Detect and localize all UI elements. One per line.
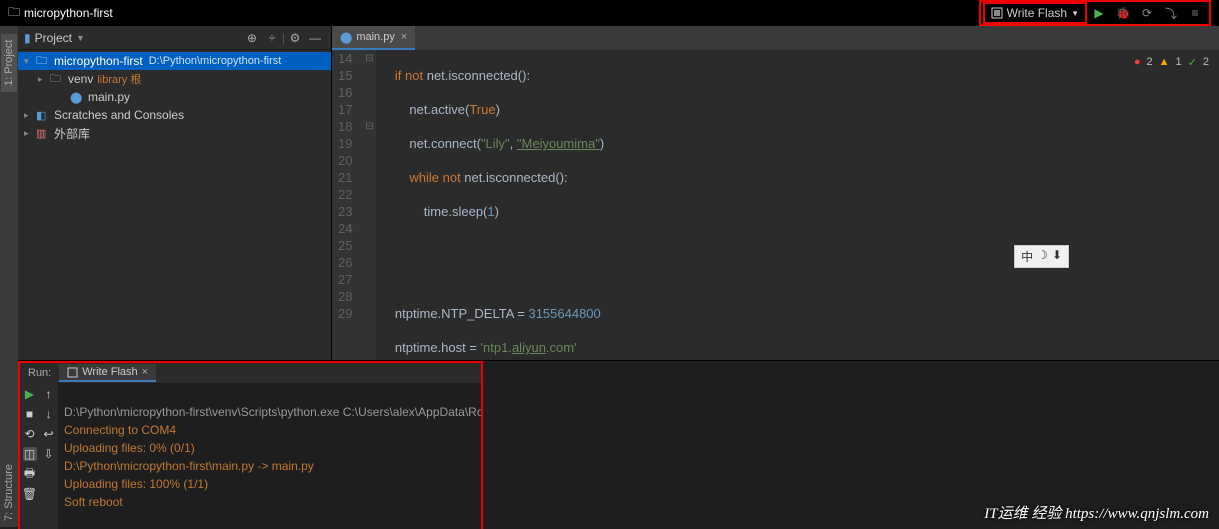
chevron-right-icon: ▸ [24, 128, 36, 139]
stop-button[interactable]: ■ [23, 407, 37, 421]
root-name: micropython-first [54, 54, 143, 68]
run-tab-label: Write Flash [82, 366, 137, 378]
flash-icon [991, 7, 1003, 19]
chevron-down-icon[interactable]: ▼ [76, 33, 85, 43]
tree-external[interactable]: ▸ ▥ 外部库 [18, 124, 331, 142]
fold-gutter: ⊟⊟ [362, 50, 376, 360]
ok-count: 2 [1203, 56, 1209, 69]
layout-button[interactable]: ◫ [23, 447, 37, 461]
folder-icon: 🗀 [36, 52, 50, 71]
project-tree: ▾ 🗀 micropython-first D:\Python\micropyt… [18, 50, 331, 144]
error-icon: ● [1134, 56, 1141, 69]
chevron-right-icon: ▸ [24, 110, 36, 121]
attach-button[interactable]: ⤵ [1161, 3, 1181, 23]
venv-name: venv [68, 72, 93, 86]
line-gutter: 14151617181920212223242526272829 [332, 50, 362, 360]
print-button[interactable]: 🖶 [23, 467, 37, 481]
console-line: Uploading files: 0% (0/1) [64, 441, 195, 455]
run-toolbar: ▶ ■ ⟲ ◫ 🖶 🗑 ↑ ↓ ↩ ⇩ [20, 383, 58, 529]
venv-tag: library 根 [97, 71, 141, 87]
warning-icon: ▲ [1159, 56, 1170, 69]
external-label: 外部库 [54, 125, 90, 142]
run-tabbar: Run: Write Flash × [18, 361, 483, 383]
folder-icon: 🗀 [8, 3, 20, 24]
rerun-button[interactable]: ▶ [23, 387, 37, 401]
scratches-label: Scratches and Consoles [54, 108, 184, 122]
python-file-icon: ⬤ [70, 91, 84, 104]
console-line: D:\Python\micropython-first\main.py -> m… [64, 459, 314, 473]
close-icon[interactable]: × [401, 31, 407, 43]
editor-tabbar: ⬤ main.py × [332, 26, 1219, 50]
run-button[interactable]: ▶ [1089, 3, 1109, 23]
highlighted-toolbar: Write Flash ▼ ▶ 🐞 ⟳ ⤵ ≡ [979, 0, 1211, 26]
close-icon[interactable]: × [142, 366, 148, 378]
structure-tool-tab[interactable]: 7: Structure [0, 360, 18, 527]
softwrap-button[interactable]: ↩ [42, 427, 56, 441]
watermark: IT运维 经验 https://www.qnjslm.com [984, 502, 1209, 523]
delete-button[interactable]: 🗑 [23, 487, 37, 501]
run-label: Run: [20, 367, 59, 379]
flash-icon [67, 367, 78, 378]
console-line: Uploading files: 100% (1/1) [64, 477, 208, 491]
project-header-label[interactable]: Project [35, 31, 72, 45]
chevron-down-icon: ▼ [1071, 9, 1079, 18]
write-flash-button[interactable]: Write Flash ▼ [983, 2, 1087, 24]
console-line: D:\Python\micropython-first\venv\Scripts… [64, 405, 481, 419]
editor-tab-mainpy[interactable]: ⬤ main.py × [332, 26, 415, 50]
fold-icon[interactable]: ⊟ [362, 50, 376, 67]
ok-icon: ✓ [1188, 56, 1197, 69]
highlighted-console: ▶ ■ ⟲ ◫ 🖶 🗑 ↑ ↓ ↩ ⇩ D:\Python\micropytho… [18, 383, 483, 529]
chevron-right-icon: ▸ [38, 74, 50, 85]
tab-label: main.py [356, 31, 395, 43]
up-button[interactable]: ↑ [42, 387, 56, 401]
down-button[interactable]: ↓ [42, 407, 56, 421]
error-count: 2 [1147, 56, 1153, 69]
libraries-icon: ▥ [36, 127, 50, 140]
inspection-status[interactable]: ● 2 ▲ 1 ✓ 2 [1134, 56, 1209, 69]
python-file-icon: ⬤ [340, 31, 352, 44]
ime-indicator[interactable]: 中 ☽ ⬇ [1014, 245, 1069, 268]
restart-button[interactable]: ⟲ [23, 427, 37, 441]
console-line: Connecting to COM4 [64, 423, 176, 437]
tree-mainpy[interactable]: ⬤ main.py [18, 88, 331, 106]
project-icon: ▮ [24, 31, 31, 45]
root-path: D:\Python\micropython-first [149, 55, 282, 67]
debug-button[interactable]: 🐞 [1113, 3, 1133, 23]
menu-icon[interactable]: ≡ [1185, 3, 1205, 23]
code-editor[interactable]: 14151617181920212223242526272829 ⊟⊟ if n… [332, 50, 1219, 360]
console-line: Soft reboot [64, 495, 123, 509]
project-panel: ▮ Project ▼ ⊕ ÷ | ⚙ — ▾ 🗀 micropython-fi… [18, 26, 332, 360]
fold-icon[interactable]: ⊟ [362, 118, 376, 135]
collapse-icon[interactable]: ÷ [262, 31, 282, 45]
project-tool-tab[interactable]: 1: Project [1, 34, 17, 92]
flash-label: Write Flash [1007, 6, 1067, 20]
code-body[interactable]: if not net.isconnected(): net.active(Tru… [376, 50, 1219, 360]
locate-icon[interactable]: ⊕ [242, 31, 262, 45]
scratches-icon: ◧ [36, 109, 50, 122]
titlebar: 🗀 micropython-first Write Flash ▼ ▶ 🐞 ⟳ … [0, 0, 1219, 26]
console-output[interactable]: D:\Python\micropython-first\venv\Scripts… [58, 383, 481, 529]
gear-icon[interactable]: ⚙ [285, 31, 305, 45]
left-toolwindow-bar: 1: Project [0, 26, 18, 360]
project-title: micropython-first [24, 6, 113, 20]
scroll-button[interactable]: ⇩ [42, 447, 56, 461]
editor-area: ⬤ main.py × 1415161718192021222324252627… [332, 26, 1219, 360]
tree-root[interactable]: ▾ 🗀 micropython-first D:\Python\micropyt… [18, 52, 331, 70]
warning-count: 1 [1176, 56, 1182, 69]
hide-icon[interactable]: — [305, 31, 325, 45]
mainpy-name: main.py [88, 90, 130, 104]
tree-scratches[interactable]: ▸ ◧ Scratches and Consoles [18, 106, 331, 124]
tree-venv[interactable]: ▸ 🗀 venv library 根 [18, 70, 331, 88]
project-panel-header: ▮ Project ▼ ⊕ ÷ | ⚙ — [18, 26, 331, 50]
chevron-down-icon: ▾ [24, 56, 36, 67]
coverage-button[interactable]: ⟳ [1137, 3, 1157, 23]
folder-icon: 🗀 [50, 70, 64, 89]
run-tab-flash[interactable]: Write Flash × [59, 364, 156, 382]
